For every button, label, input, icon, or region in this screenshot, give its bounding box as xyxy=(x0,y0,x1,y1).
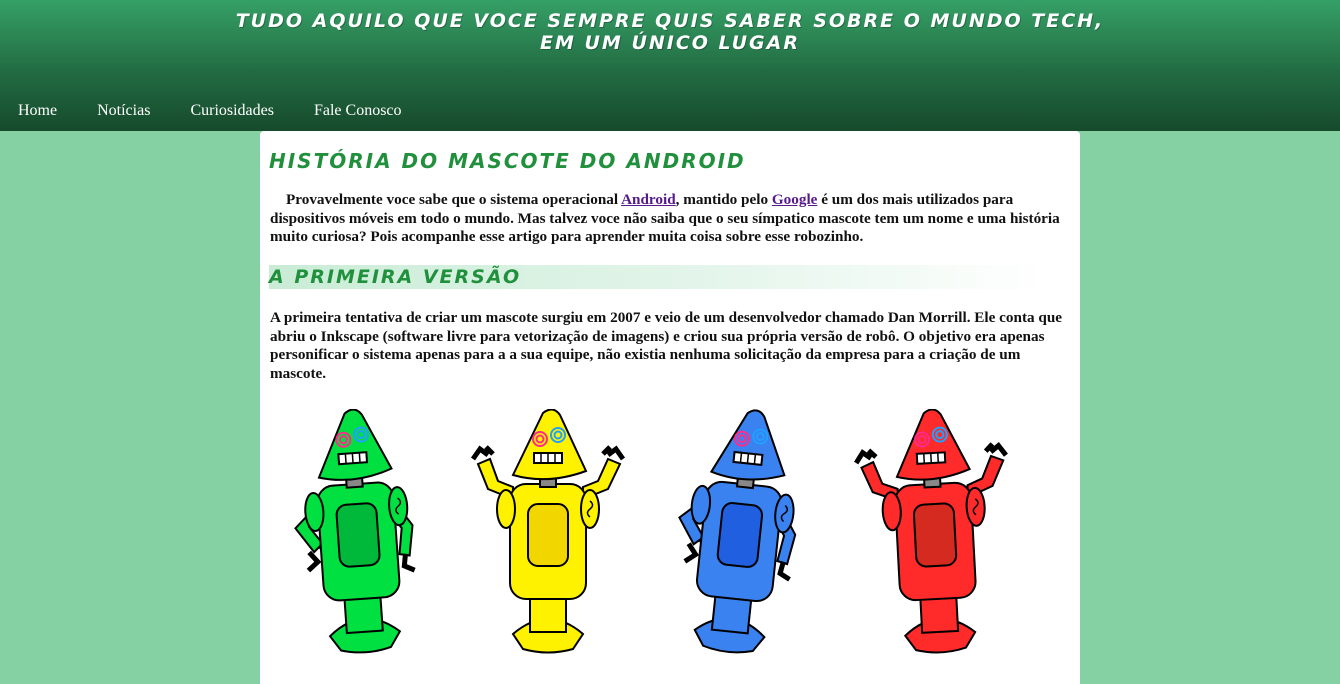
intro-text-2: , mantido pelo xyxy=(675,191,772,208)
nav-noticias[interactable]: Notícias xyxy=(97,101,150,121)
robot-mascots-image xyxy=(294,409,1008,654)
google-link[interactable]: Google xyxy=(772,191,818,208)
robot-2 xyxy=(470,409,626,654)
site-title: Tudo aquilo que voce sempre quis saber s… xyxy=(0,10,1340,54)
robot-1 xyxy=(294,409,416,654)
site-title-line2: em um único lugar xyxy=(540,32,800,54)
site-title-line1: Tudo aquilo que voce sempre quis saber s… xyxy=(235,10,1105,32)
robot-4 xyxy=(854,409,1008,654)
site-header: Tudo aquilo que voce sempre quis saber s… xyxy=(0,0,1340,131)
intro-paragraph: Provavelmente voce sabe que o sistema op… xyxy=(270,191,1064,247)
intro-text-1: Provavelmente voce sabe que o sistema op… xyxy=(286,191,622,208)
nav-home[interactable]: Home xyxy=(18,101,57,121)
android-link[interactable]: Android xyxy=(621,191,676,208)
article-title: História do mascote do Android xyxy=(269,149,746,173)
nav-fale-conosco[interactable]: Fale Conosco xyxy=(314,101,402,121)
main-nav: Home Notícias Curiosidades Fale Conosco xyxy=(0,101,424,121)
article-content: História do mascote do Android Provavelm… xyxy=(260,131,1080,684)
robot-3 xyxy=(678,409,797,654)
section-paragraph: A primeira tentativa de criar um mascote… xyxy=(270,309,1063,382)
nav-curiosidades[interactable]: Curiosidades xyxy=(190,101,274,121)
section-heading: A primeira versão xyxy=(269,266,522,288)
